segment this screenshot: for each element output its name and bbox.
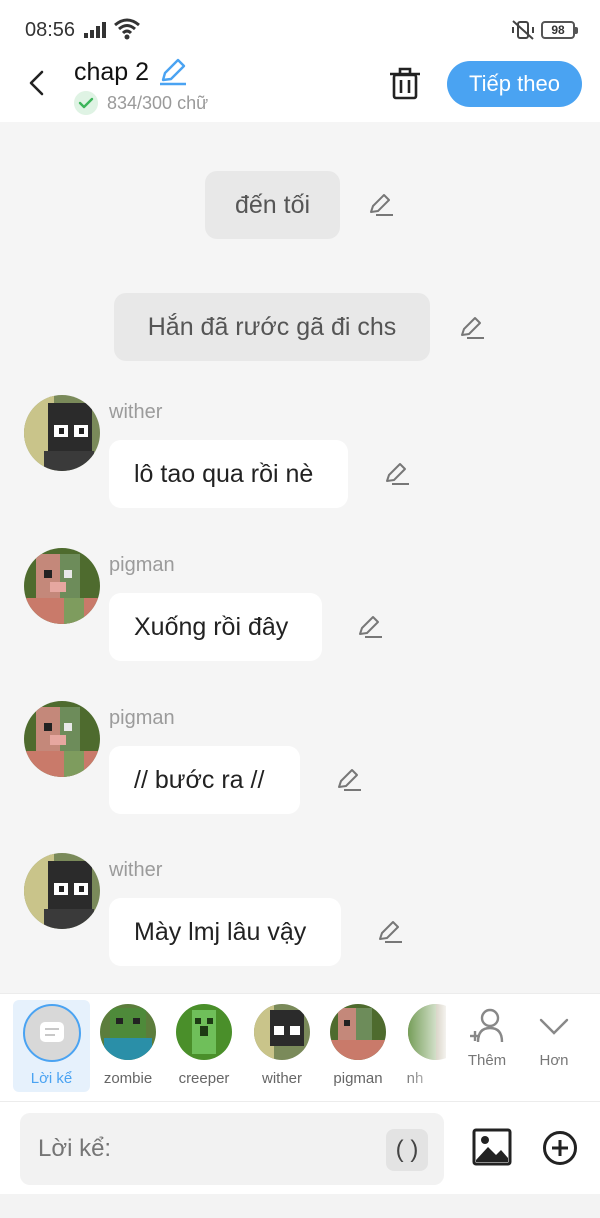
editor-header: chap 2 834/300 chữ Tiếp theo bbox=[0, 58, 600, 122]
character-zombie[interactable]: zombie bbox=[90, 1002, 166, 1087]
sender-name: wither bbox=[109, 401, 163, 423]
message-text: Mày lmj lâu vậy bbox=[134, 918, 307, 946]
parenthesis-button[interactable]: ( ) bbox=[386, 1129, 428, 1171]
add-person-icon bbox=[470, 1008, 504, 1043]
status-bar: 08:56 98 bbox=[0, 0, 600, 58]
edit-title-icon[interactable] bbox=[158, 58, 188, 86]
avatar-wither[interactable] bbox=[24, 395, 100, 471]
narration-text: Hắn đã rước gã đi chs bbox=[147, 313, 397, 341]
message-text: lô tao qua rồi nè bbox=[134, 460, 314, 488]
wifi-icon bbox=[114, 18, 140, 40]
edit-message-icon[interactable] bbox=[368, 193, 394, 217]
narration-bubble[interactable]: Hắn đã rước gã đi chs bbox=[114, 293, 430, 361]
more-button[interactable]: Hơn bbox=[521, 1006, 587, 1069]
battery-indicator: 98 bbox=[541, 21, 578, 39]
add-icon[interactable] bbox=[542, 1130, 578, 1166]
check-icon bbox=[74, 91, 98, 115]
signal-icon bbox=[84, 22, 106, 38]
character-label: pigman bbox=[333, 1070, 383, 1087]
sender-name: wither bbox=[109, 859, 163, 881]
character-label: wither bbox=[261, 1070, 302, 1087]
message-input[interactable] bbox=[20, 1113, 444, 1185]
message-bubble[interactable]: Xuống rồi đây bbox=[109, 593, 322, 661]
sender-name: pigman bbox=[109, 554, 175, 576]
add-character-label: Thêm bbox=[467, 1052, 507, 1069]
add-character-button[interactable]: Thêm bbox=[454, 1006, 520, 1069]
chevron-down-icon bbox=[539, 1018, 569, 1035]
character-narrator[interactable]: Lời kể bbox=[13, 1000, 90, 1092]
word-count: 834/300 chữ bbox=[107, 93, 209, 113]
character-wither[interactable]: wither bbox=[244, 1002, 320, 1087]
creeper-avatar bbox=[176, 1004, 232, 1060]
character-label: creeper bbox=[178, 1070, 230, 1087]
character-bar: Lời kể zombie creeper wither pigman nh bbox=[0, 993, 600, 1101]
trash-icon[interactable] bbox=[389, 66, 421, 100]
character-creeper[interactable]: creeper bbox=[166, 1002, 242, 1087]
message-bubble[interactable]: Mày lmj lâu vậy bbox=[109, 898, 341, 966]
narrator-icon bbox=[22, 1004, 81, 1062]
character-label: Lời kể bbox=[30, 1070, 73, 1087]
sender-name: pigman bbox=[109, 707, 175, 729]
navigation-bar bbox=[0, 1194, 600, 1218]
avatar-pigman[interactable] bbox=[24, 548, 100, 624]
wither-avatar bbox=[254, 1004, 310, 1060]
edit-message-icon[interactable] bbox=[357, 615, 383, 639]
avatar-pigman[interactable] bbox=[24, 701, 100, 777]
character-pigman[interactable]: pigman bbox=[320, 1002, 396, 1087]
edit-message-icon[interactable] bbox=[336, 768, 362, 792]
message-text: Xuống rồi đây bbox=[134, 613, 289, 641]
vibrate-off-icon bbox=[512, 20, 534, 40]
message-text: // bước ra // bbox=[134, 766, 265, 794]
pigman-avatar bbox=[330, 1004, 386, 1060]
message-bubble[interactable]: lô tao qua rồi nè bbox=[109, 440, 348, 508]
back-arrow-icon[interactable] bbox=[24, 68, 52, 98]
status-time: 08:56 bbox=[25, 19, 76, 41]
narration-text: đến tối bbox=[234, 191, 311, 219]
edit-message-icon[interactable] bbox=[377, 920, 403, 944]
edit-message-icon[interactable] bbox=[459, 316, 485, 340]
more-label: Hơn bbox=[539, 1052, 569, 1069]
avatar-wither[interactable] bbox=[24, 853, 100, 929]
character-label: zombie bbox=[103, 1070, 153, 1087]
image-icon[interactable] bbox=[472, 1128, 512, 1166]
message-bubble[interactable]: // bước ra // bbox=[109, 746, 300, 814]
zombie-avatar bbox=[100, 1004, 156, 1060]
chapter-title[interactable]: chap 2 bbox=[74, 58, 149, 87]
narration-bubble[interactable]: đến tối bbox=[205, 171, 340, 239]
edit-message-icon[interactable] bbox=[384, 462, 410, 486]
next-button[interactable]: Tiếp theo bbox=[447, 61, 582, 107]
